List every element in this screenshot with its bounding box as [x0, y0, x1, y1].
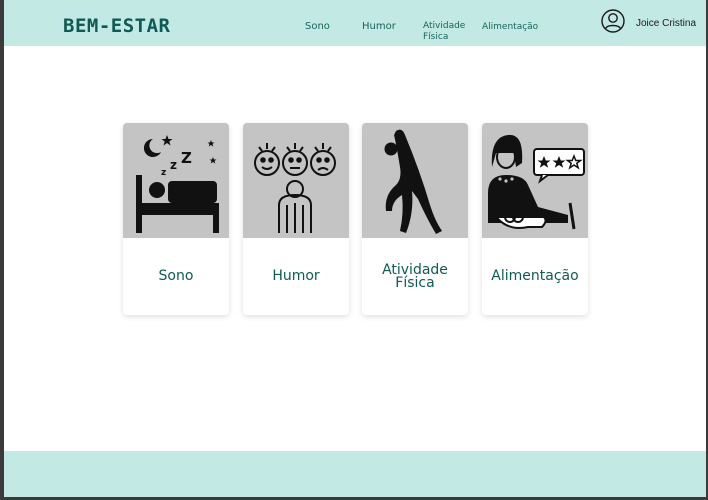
brand-logo[interactable]: BEM-ESTAR	[63, 15, 170, 37]
card-sono[interactable]: z z Z Sono	[123, 123, 229, 315]
nav-atividade-fisica[interactable]: Atividade Física	[423, 21, 469, 43]
svg-text:z: z	[170, 158, 177, 172]
svg-text:Z: Z	[181, 149, 192, 167]
card-humor[interactable]: Humor	[243, 123, 349, 315]
top-header: BEM-ESTAR Sono Humor Atividade Física Al…	[4, 0, 706, 46]
nav-sono[interactable]: Sono	[305, 21, 330, 32]
card-label-alimentacao: Alimentação	[491, 268, 579, 284]
nav-humor[interactable]: Humor	[362, 21, 396, 32]
card-atividade-fisica[interactable]: Atividade Física	[362, 123, 468, 315]
footer-bar	[4, 451, 706, 497]
stretching-person-icon	[362, 123, 468, 238]
card-alimentacao[interactable]: Alimentação	[482, 123, 588, 315]
sleep-icon: z z Z	[123, 123, 229, 238]
user-circle-icon[interactable]	[601, 9, 625, 33]
app-frame: BEM-ESTAR Sono Humor Atividade Física Al…	[4, 0, 706, 497]
svg-text:z: z	[161, 168, 166, 178]
card-label-atividade-fisica: Atividade Física	[382, 261, 448, 291]
eating-review-icon	[482, 123, 588, 238]
user-name[interactable]: Joice Cristina	[636, 18, 696, 29]
nav-alimentacao[interactable]: Alimentação	[482, 22, 538, 33]
mood-faces-icon	[243, 123, 349, 238]
card-label-humor: Humor	[272, 268, 320, 284]
card-label-sono: Sono	[158, 268, 194, 284]
